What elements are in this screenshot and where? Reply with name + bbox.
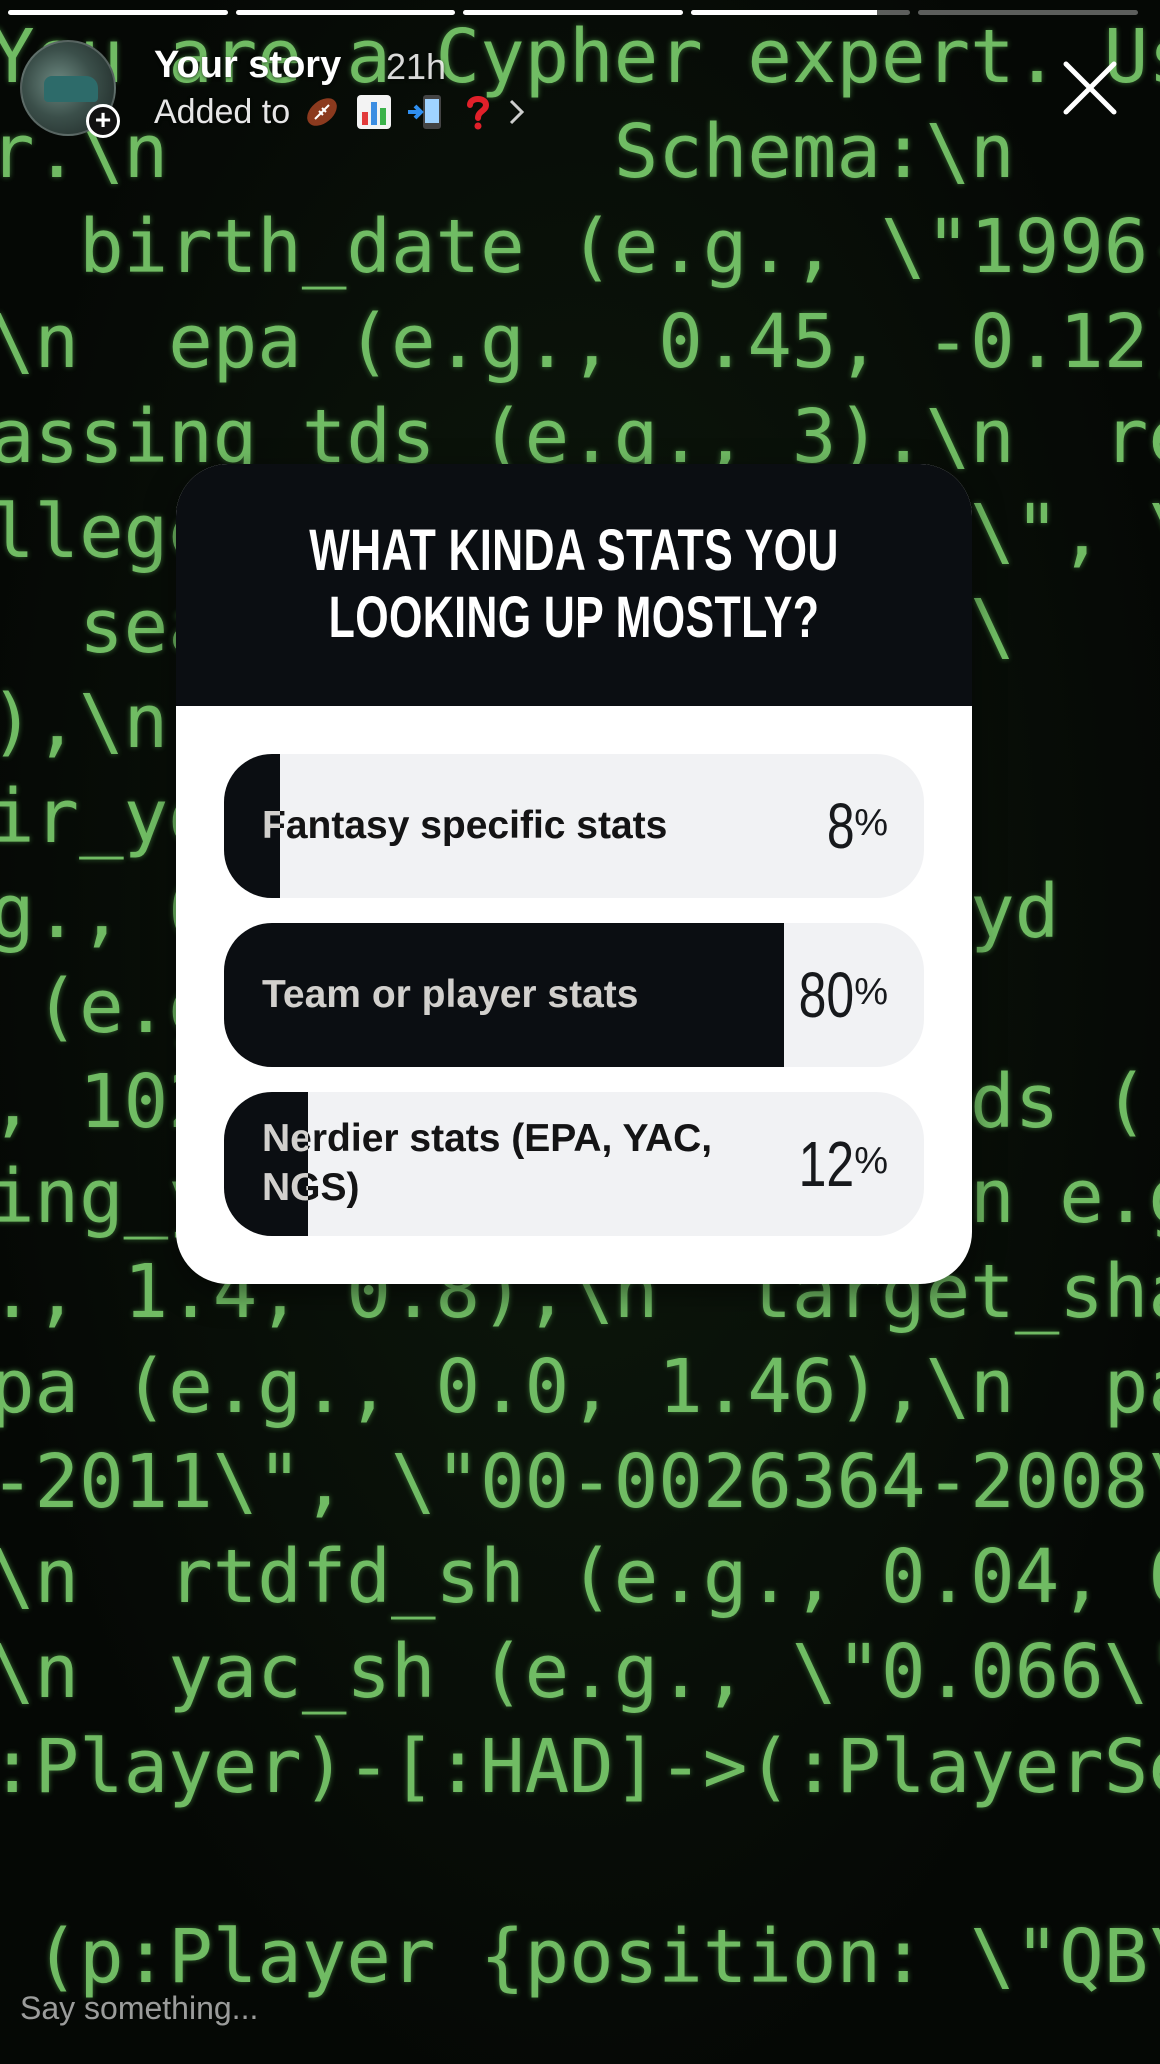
story-username[interactable]: Your story	[154, 44, 341, 87]
poll-question-line-1: WHAT KINDA STATS YOU	[309, 518, 839, 584]
background-code-line: assing_tds (e.g., 3).\n rec	[0, 394, 1160, 480]
add-story-plus-icon[interactable]: +	[86, 104, 120, 138]
bar-chart-emoji-icon	[357, 95, 392, 129]
added-to-label: Added to	[154, 92, 291, 131]
background-code-line: pa (e.g., 0.0, 1.46),\n pac	[0, 1344, 1160, 1430]
poll-option-percent: 80 %	[783, 923, 888, 1067]
poll-option-percent: 8 %	[819, 754, 888, 898]
poll-options: Fantasy specific stats 8 % Team or playe…	[176, 706, 972, 1236]
football-emoji-icon	[307, 98, 337, 126]
background-code-line: birth_date (e.g., \"1996-0	[0, 204, 1160, 290]
poll-option-label: Team or player stats	[262, 972, 639, 1016]
story-progress-fill	[690, 10, 878, 15]
story-progress-segment	[463, 10, 683, 15]
background-code-line: \n rtdfd_sh (e.g., 0.04, 0.	[0, 1534, 1160, 1620]
background-code-line: -2011\", \"00-0026364-2008\"	[0, 1439, 1160, 1525]
close-icon[interactable]	[1058, 56, 1122, 120]
added-to-highlight-link[interactable]: Added to	[154, 92, 528, 132]
poll-question-line-2: LOOKING UP MOSTLY?	[328, 585, 820, 650]
poll-option-percent-sign: %	[854, 971, 888, 1013]
poll-sticker: WHAT KINDA STATS YOU LOOKING UP MOSTLY? …	[176, 464, 972, 1284]
question-mark-emoji-icon	[467, 96, 490, 130]
story-progress-fill	[8, 10, 228, 15]
poll-question: WHAT KINDA STATS YOU LOOKING UP MOSTLY?	[279, 518, 868, 651]
poll-question-header: WHAT KINDA STATS YOU LOOKING UP MOSTLY?	[176, 464, 972, 706]
poll-option-nerdier[interactable]: Nerdier stats (EPA, YAC, NGS) 12 %	[224, 1092, 924, 1236]
background-code-line: \n epa (e.g., 0.45, -0.12),	[0, 299, 1160, 385]
avatar-car-image	[44, 76, 98, 102]
poll-option-label: Nerdier stats (EPA, YAC, NGS)	[262, 1117, 713, 1209]
story-header: + Your story 21h Added to	[20, 40, 1140, 140]
reply-input[interactable]: Say something...	[20, 1990, 258, 2027]
background-code-line: (p:Player {position: \"QB\"	[0, 1914, 1160, 2000]
background-code-line: :Player)-[:HAD]->(:PlayerSea	[0, 1724, 1160, 1810]
story-timestamp: 21h	[386, 46, 447, 87]
story-progress-bar	[8, 10, 1138, 15]
story-progress-segment	[8, 10, 228, 15]
story-progress-segment	[918, 10, 1138, 15]
poll-option-label: Fantasy specific stats	[262, 803, 668, 847]
story-progress-fill	[235, 10, 456, 15]
poll-option-percent-value: 12	[798, 1128, 855, 1200]
background-code-line: \n yac_sh (e.g., \"0.066\",	[0, 1629, 1160, 1715]
story-progress-fill	[463, 10, 683, 15]
poll-option-team-player[interactable]: Team or player stats 80 %	[224, 923, 924, 1067]
poll-option-percent-value: 8	[826, 790, 855, 862]
poll-option-percent-sign: %	[854, 1140, 888, 1182]
poll-option-fantasy[interactable]: Fantasy specific stats 8 %	[224, 754, 924, 898]
chevron-right-icon	[510, 99, 525, 125]
story-progress-segment	[235, 10, 456, 15]
phone-arrow-emoji-icon	[408, 95, 442, 129]
poll-option-percent-sign: %	[854, 802, 888, 844]
poll-option-percent: 12 %	[783, 1092, 888, 1236]
poll-option-percent-value: 80	[798, 959, 855, 1031]
story-progress-segment	[690, 10, 911, 15]
